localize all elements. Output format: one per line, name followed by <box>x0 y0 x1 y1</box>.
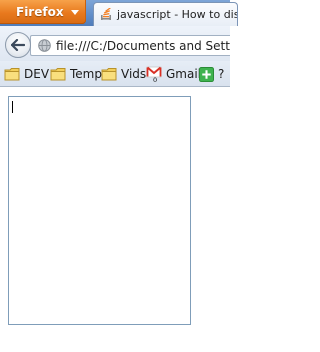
bookmark-vids[interactable]: Vids <box>101 65 146 83</box>
bookmark-label: DEV <box>24 67 50 81</box>
gmail-unread-count: 0 <box>153 76 157 82</box>
navigation-toolbar: file:///C:/Documents and Settings/R <box>0 26 230 61</box>
text-caret <box>12 101 13 113</box>
text-area[interactable] <box>8 96 191 325</box>
bookmark-dev[interactable]: DEV <box>4 65 49 83</box>
tab-active[interactable]: javascript - How to disa <box>93 2 238 26</box>
folder-icon <box>50 68 66 81</box>
tab-title: javascript - How to disa <box>117 8 238 21</box>
tab-strip: Firefox javascript - How to disa <box>0 0 238 26</box>
plus-icon <box>199 66 214 82</box>
bookmark-gmail[interactable]: 0 Gmail <box>146 65 201 83</box>
firefox-menu-button[interactable]: Firefox <box>0 0 86 24</box>
dropdown-arrow-icon <box>70 9 79 15</box>
bookmark-label: Gmail <box>166 67 202 81</box>
firefox-menu-label: Firefox <box>16 5 64 19</box>
bookmark-temp[interactable]: Temp <box>50 65 102 83</box>
url-text: file:///C:/Documents and Settings/R <box>56 38 230 53</box>
stackoverflow-icon <box>101 7 111 20</box>
back-button[interactable] <box>5 32 31 58</box>
url-bar[interactable]: file:///C:/Documents and Settings/R <box>30 35 230 56</box>
bookmark-label: Vids <box>121 67 147 81</box>
bookmark-label: Temp <box>70 67 102 81</box>
bookmark-extra[interactable]: ? <box>199 65 224 83</box>
globe-icon <box>38 39 51 52</box>
back-arrow-icon <box>11 39 25 51</box>
page-content <box>0 87 230 352</box>
folder-icon <box>4 68 20 81</box>
gmail-icon: 0 <box>146 66 162 82</box>
folder-icon <box>101 68 117 81</box>
bookmarks-toolbar: DEV Temp Vids 0 Gmail ? <box>0 61 230 87</box>
bookmark-label: ? <box>218 67 225 81</box>
